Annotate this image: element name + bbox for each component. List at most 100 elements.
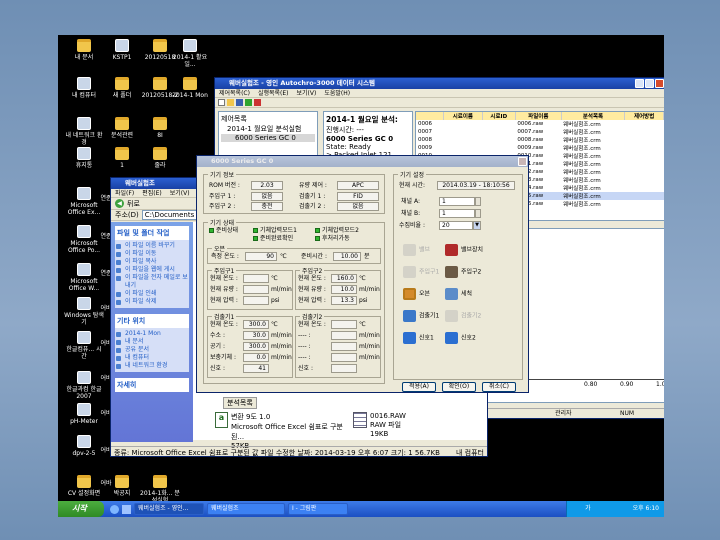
channel-b-spin-icon[interactable] [475,209,481,218]
tree-child[interactable]: 2014-1 월요일 분석실험 [221,124,315,134]
desktop-icon[interactable]: Microsoft Office W... [64,263,104,292]
gc-dialog[interactable]: 6000 Series GC 0 기기 정보 ROM 버전 : 2.03 유량 … [196,155,529,393]
place-link[interactable]: 내 네트워크 환경 [115,362,189,370]
maximize-button[interactable] [645,79,654,88]
desktop-icon[interactable]: 2014-1 활요일... [170,39,210,68]
channel-a-spin-icon[interactable] [475,197,481,206]
table-header[interactable]: 분석목록 [561,112,626,120]
menu-item[interactable]: 실행목록(E) [258,89,289,97]
menu-item[interactable]: 제어목록(C) [219,89,250,97]
desktop-icon[interactable]: 내 네트워크 환경 [64,117,104,146]
task-link[interactable]: 이 파일 이름 바꾸기 [115,242,189,250]
taskbar-item[interactable]: I - 그림판 [288,503,348,515]
folder-icon [153,147,167,160]
table-header[interactable] [416,112,445,120]
save-icon[interactable] [236,99,243,106]
channel-b-input[interactable]: 1 [439,209,475,218]
tasks-title[interactable]: 파일 및 폴더 작업 [115,226,189,240]
desktop-icon[interactable]: KSTP1 [102,39,142,61]
taskbar-item[interactable]: 웨버실험조 [207,503,285,515]
task-link[interactable]: 이 파일을 전자 메일로 보내기 [115,274,189,290]
file-item-raw[interactable]: 0016.RAW RAW 파일 19KB [353,412,443,438]
control-button[interactable]: 오븐 [403,288,430,300]
cancel-button[interactable]: 취소(C) [482,382,516,392]
quicklaunch-desktop-icon[interactable] [122,504,131,514]
control-button[interactable]: 신호1 [403,332,434,344]
task-link[interactable]: 이 파일 이동 [115,250,189,258]
control-button[interactable]: 검출기2 [445,310,481,322]
task-link[interactable]: 이 파일을 웹에 게시 [115,266,189,274]
inj1-type-value: 없음 [251,192,283,201]
taskbar-item[interactable]: 웨버실험조 - 영인... [134,503,204,515]
other-title[interactable]: 기타 위치 [115,314,189,328]
place-link[interactable]: 공유 문서 [115,346,189,354]
place-link[interactable]: 2014-1 Mon [115,330,189,338]
ok-button[interactable]: 확인(O) [442,382,476,392]
ime-indicator[interactable]: 가 [585,505,591,512]
table-header[interactable]: 시료이름 [443,112,483,120]
control-button[interactable]: 주입구2 [445,266,481,278]
desktop-icon[interactable]: 내 컴퓨터 [64,77,104,99]
table-row[interactable]: 0008 0008.raw 웨버실험조.crm [416,136,664,144]
start-label: 시작 [72,504,87,513]
bottom-tab[interactable]: 분석목록 [223,397,257,409]
task-link[interactable]: 이 파일 인쇄 [115,290,189,298]
control-button[interactable]: 신호2 [445,332,476,344]
rate-select[interactable]: 20 [439,221,473,230]
detector-gas-unit: ml/min [359,343,380,350]
stop-icon[interactable] [254,99,261,106]
desktop-icon[interactable]: 새 폴더 [102,77,142,99]
new-icon[interactable] [218,99,225,106]
menu-item[interactable]: 편집(E) [142,189,162,197]
menu-item[interactable]: 보기(V) [297,89,317,97]
desktop-icon[interactable]: 줄라 [140,147,180,169]
table-cell: 웨버실험조.crm [563,130,601,136]
place-link[interactable]: 내 문서 [115,338,189,346]
start-button[interactable]: 시작 [58,501,104,517]
desktop-icon[interactable]: 내 문서 [64,39,104,61]
table-header[interactable]: 시료ID [482,112,516,120]
desktop-icon[interactable]: 2014-1화... 분석실험 [140,475,180,504]
control-button[interactable]: 세척 [445,288,472,300]
desktop-icon[interactable]: 분석관련 [102,117,142,139]
minimize-button[interactable] [635,79,644,88]
close-button[interactable] [655,79,664,88]
control-button[interactable]: 검출기1 [403,310,439,322]
menu-item[interactable]: 파일(F) [115,189,134,197]
detector-gas-unit: ml/min [359,354,380,361]
desktop-icon[interactable]: 휴지통 [64,147,104,169]
open-icon[interactable] [227,99,234,106]
back-icon[interactable]: ◀ [115,199,124,208]
table-header[interactable]: 파일이름 [515,112,562,120]
gc-title-bar[interactable]: 6000 Series GC 0 [197,156,528,167]
apply-button[interactable]: 적용(A) [402,382,436,392]
run-icon[interactable] [245,99,252,106]
quicklaunch-ie-icon[interactable] [110,504,119,514]
tree-leaf[interactable]: 6000 Series GC 0 [221,134,315,142]
gc-close-button[interactable] [518,157,527,166]
place-link[interactable]: 내 컴퓨터 [115,354,189,362]
menu-item[interactable]: 보기(V) [170,189,190,197]
table-row[interactable]: 0009 0009.raw 웨버실험조.crm [416,144,664,152]
tree-root[interactable]: 제어목록 [221,114,315,124]
rate-dropdown-icon[interactable]: ▼ [473,221,481,230]
desktop-icon[interactable]: 8I [140,117,180,139]
main-title-bar[interactable]: 웨버실험조 - 영인 Autochro-3000 데이터 시스템 [215,78,664,89]
back-label[interactable]: 뒤로 [127,199,140,209]
desktop-icon[interactable]: 2014-1 Mon [170,77,210,99]
task-link[interactable]: 이 파일 삭제 [115,298,189,306]
file2-size: 19KB [370,430,389,438]
task-link[interactable]: 이 파일 복사 [115,258,189,266]
control-button[interactable]: 밸브 [403,244,430,256]
desktop-icon[interactable]: 1 [102,147,142,169]
table-row[interactable]: 0006 0006.raw 웨버실험조.crm [416,120,664,128]
control-button[interactable]: 주입구1 [403,266,439,278]
menu-item[interactable]: 도움말(H) [324,89,350,97]
table-row[interactable]: 0007 0007.raw 웨버실험조.crm [416,128,664,136]
file-item-excel[interactable]: a 변환 9도 1.0 Microsoft Office Excel 쉼표로 구분… [215,412,345,450]
file1-name: 변환 9도 1.0 [230,413,271,421]
detail-title[interactable]: 자세히 [115,378,189,392]
channel-a-input[interactable]: 1 [439,197,475,206]
table-header[interactable]: 제어방법 [624,112,664,120]
control-button[interactable]: 밸브장치 [445,244,483,256]
